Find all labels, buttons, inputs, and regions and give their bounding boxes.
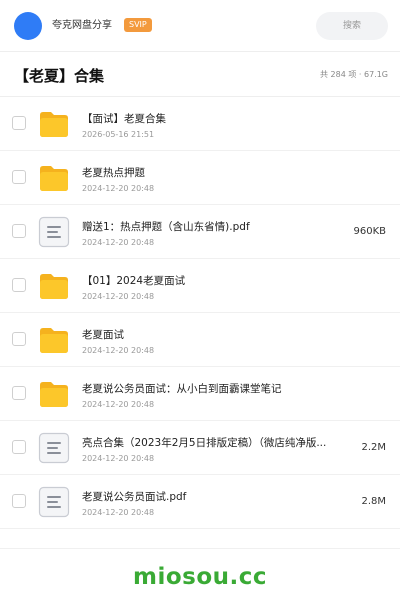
select-checkbox[interactable]: [12, 116, 26, 130]
select-checkbox[interactable]: [12, 170, 26, 184]
file-row[interactable]: 老夏热点押题 2024-12-20 20:48: [0, 151, 400, 205]
file-date: 2024-12-20 20:48: [82, 184, 155, 193]
svip-badge: SVIP: [124, 18, 152, 32]
file-row[interactable]: 赠送1：热点押题（含山东省情).pdf 2024-12-20 20:48 960KB: [0, 205, 400, 259]
file-row[interactable]: 老夏面试 2024-12-20 20:48: [0, 313, 400, 367]
file-row[interactable]: 【面试】老夏合集 2026-05-16 21:51: [0, 97, 400, 151]
file-name[interactable]: 赠送1：热点押题（含山东省情).pdf: [82, 220, 346, 234]
file-row[interactable]: 【01】2024老夏面试 2024-12-20 20:48: [0, 259, 400, 313]
file-date: 2024-12-20 20:48: [82, 346, 155, 355]
file-size: 960KB: [353, 226, 386, 237]
file-name[interactable]: 【面试】老夏合集: [82, 112, 346, 126]
file-date: 2024-12-20 20:48: [82, 454, 155, 463]
file-date: 2024-12-20 20:48: [82, 238, 155, 247]
document-icon: [38, 486, 70, 518]
avatar[interactable]: [14, 12, 42, 40]
select-checkbox[interactable]: [12, 224, 26, 238]
page-title: 【老夏】合集: [14, 67, 105, 85]
select-checkbox[interactable]: [12, 440, 26, 454]
file-row[interactable]: 亮点合集（2023年2月5日排版定稿）（微店纯净版... 2024-12-20 2…: [0, 421, 400, 475]
file-name[interactable]: 亮点合集（2023年2月5日排版定稿）（微店纯净版...: [82, 436, 346, 450]
select-checkbox[interactable]: [12, 386, 26, 400]
file-name[interactable]: 老夏热点押题: [82, 166, 346, 180]
select-checkbox[interactable]: [12, 278, 26, 292]
file-date: 2024-12-20 20:48: [82, 508, 155, 517]
folder-summary: 共 284 项 · 67.1G: [320, 70, 388, 79]
footer: miosou.cc: [0, 548, 400, 600]
select-checkbox[interactable]: [12, 332, 26, 346]
folder-icon: [38, 324, 70, 356]
folder-icon: [38, 108, 70, 140]
file-name[interactable]: 老夏面试: [82, 328, 346, 342]
document-icon: [38, 432, 70, 464]
file-name[interactable]: 老夏说公务员面试.pdf: [82, 490, 346, 504]
file-date: 2026-05-16 21:51: [82, 130, 155, 139]
sharer-name: 夸克网盘分享: [52, 20, 112, 31]
search-input[interactable]: 搜索: [316, 12, 388, 40]
file-name[interactable]: 【01】2024老夏面试: [82, 274, 346, 288]
file-name[interactable]: 老夏说公务员面试：从小白到面霸课堂笔记: [82, 382, 346, 396]
file-date: 2024-12-20 20:48: [82, 292, 155, 301]
file-row[interactable]: 老夏说公务员面试.pdf 2024-12-20 20:48 2.8M: [0, 475, 400, 529]
document-icon: [38, 216, 70, 248]
file-size: 2.2M: [361, 442, 386, 453]
folder-icon: [38, 270, 70, 302]
folder-icon: [38, 162, 70, 194]
file-row[interactable]: 老夏说公务员面试：从小白到面霸课堂笔记 2024-12-20 20:48: [0, 367, 400, 421]
file-list: 【面试】老夏合集 2026-05-16 21:51 老夏热点押题 2024-12-20…: [0, 97, 400, 529]
folder-header: 【老夏】合集 共 284 项 · 67.1G: [0, 52, 400, 97]
top-bar: 夸克网盘分享 SVIP 搜索: [0, 0, 400, 52]
file-date: 2024-12-20 20:48: [82, 400, 155, 409]
file-size: 2.8M: [361, 496, 386, 507]
folder-icon: [38, 378, 70, 410]
watermark-text: miosou.cc: [132, 564, 268, 590]
select-checkbox[interactable]: [12, 494, 26, 508]
